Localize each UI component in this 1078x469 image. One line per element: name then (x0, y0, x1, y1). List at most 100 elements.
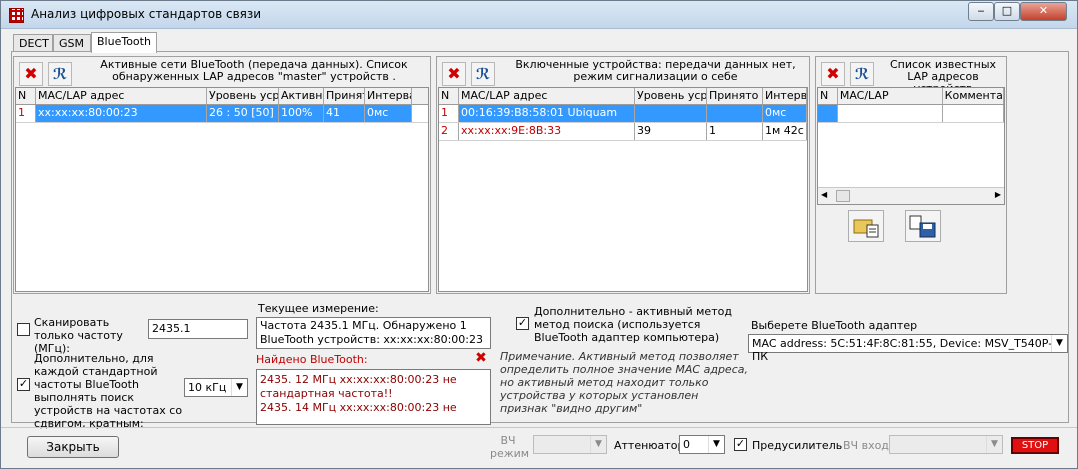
grid-header: N MAC/LAP Комментар (818, 88, 1004, 105)
frequency-input[interactable]: 2435.1 (148, 319, 248, 339)
cell-level (635, 105, 707, 122)
delete-icon[interactable]: ✖ (442, 62, 466, 86)
cell-comment (943, 105, 1004, 122)
chevron-down-icon[interactable]: ▼ (986, 436, 1002, 453)
enabled-devices-panel: ✖ ℛ Включенные устройства: передачи данн… (436, 56, 810, 294)
col-comment[interactable]: Комментар (943, 88, 1004, 104)
known-lap-grid[interactable]: N MAC/LAP Комментар ◀ ▶ (817, 87, 1005, 205)
vch-mode-label: ВЧ режим (490, 434, 530, 460)
clear-list-icon[interactable]: ℛ (471, 62, 495, 86)
found-line-1: 2435. 12 МГц xx:xx:xx:80:00:23 не станда… (260, 373, 457, 400)
main-window: Анализ цифровых стандартов связи ‒ □ ✕ D… (0, 0, 1078, 469)
open-folder-svg (853, 219, 879, 238)
extra-search-label: Дополнительно, для каждой стандартной ча… (34, 352, 183, 430)
vch-input-select[interactable]: ▼ (889, 435, 1003, 454)
minimize-button[interactable]: ‒ (968, 2, 994, 21)
close-window-button[interactable]: ✕ (1020, 2, 1067, 21)
attenuator-select[interactable]: 0 ▼ (679, 435, 725, 454)
col-active[interactable]: Активно (279, 88, 324, 104)
delete-icon[interactable]: ✖ (821, 62, 845, 86)
col-received[interactable]: Принят (324, 88, 365, 104)
clear-list-icon[interactable]: ℛ (850, 62, 874, 86)
col-n[interactable]: N (818, 88, 838, 104)
table-row[interactable]: 1 00:16:39:B8:58:01 Ubiquam 0мс (439, 105, 807, 123)
clear-list-icon[interactable]: ℛ (48, 62, 72, 86)
note-text: Примечание. Активный метод позволяет опр… (500, 350, 748, 415)
vch-mode-select[interactable]: ▼ (533, 435, 607, 454)
cell-mac: xx:xx:xx:9E:8B:33 (459, 123, 635, 140)
open-folder-icon[interactable] (848, 210, 884, 242)
current-measurement-label: Текущее измерение: (258, 302, 379, 315)
enabled-devices-grid[interactable]: N MAC/LAP адрес Уровень усре Принято п И… (438, 87, 808, 292)
clear-found-icon[interactable]: ✖ (471, 349, 491, 369)
cell-n: 2 (439, 123, 459, 140)
scroll-right-icon[interactable]: ▶ (995, 190, 1001, 199)
scroll-left-icon[interactable]: ◀ (821, 190, 827, 199)
cell-n (818, 105, 838, 122)
col-interval[interactable]: Интерва (365, 88, 412, 104)
chevron-down-icon[interactable]: ▼ (708, 436, 724, 453)
active-method-checkbox[interactable]: ✓ (516, 317, 529, 330)
save-list-icon[interactable] (905, 210, 941, 242)
col-n[interactable]: N (439, 88, 459, 104)
delete-icon[interactable]: ✖ (19, 62, 43, 86)
cell-active: 100% (279, 105, 324, 122)
cell-interval: 0мс (763, 105, 807, 122)
col-interval[interactable]: Интерв (763, 88, 807, 104)
cell-received: 1 (707, 123, 763, 140)
grid-header: N MAC/LAP адрес Уровень усре Активно При… (16, 88, 428, 105)
current-measurement-text: Частота 2435.1 МГц. Обнаружено 1 BlueToo… (256, 317, 491, 349)
divider (1, 427, 1077, 428)
attenuator-value: 0 (683, 438, 690, 451)
active-method-label: Дополнительно - активный метод метод пои… (534, 305, 732, 344)
tab-gsm[interactable]: GSM (53, 34, 91, 52)
close-button[interactable]: Закрыть (27, 436, 119, 458)
cell-mac: 00:16:39:B8:58:01 Ubiquam (459, 105, 635, 122)
grid-header: N MAC/LAP адрес Уровень усре Принято п И… (439, 88, 807, 105)
col-level[interactable]: Уровень усре (207, 88, 279, 104)
horizontal-scrollbar[interactable]: ◀ ▶ (818, 187, 1004, 204)
shift-step-value: 10 кГц (188, 381, 227, 394)
active-networks-grid[interactable]: N MAC/LAP адрес Уровень усре Активно При… (15, 87, 429, 292)
chevron-down-icon[interactable]: ▼ (1051, 335, 1067, 352)
app-icon (9, 8, 24, 23)
found-list[interactable]: 2435. 12 МГц xx:xx:xx:80:00:23 не станда… (256, 369, 491, 425)
scroll-thumb[interactable] (836, 190, 850, 202)
chevron-down-icon[interactable]: ▼ (231, 379, 247, 396)
attenuator-label: Аттенюатор (614, 439, 685, 452)
vch-input-label: ВЧ вход (843, 439, 889, 452)
scan-only-checkbox[interactable] (17, 323, 30, 336)
cell-received (707, 105, 763, 122)
cell-n: 1 (16, 105, 36, 122)
col-n[interactable]: N (16, 88, 36, 104)
tab-dect[interactable]: DECT (13, 34, 53, 52)
col-mac[interactable]: MAC/LAP (838, 88, 943, 104)
col-mac[interactable]: MAC/LAP адрес (459, 88, 635, 104)
col-received[interactable]: Принято п (707, 88, 763, 104)
cell-interval: 0мс (365, 105, 412, 122)
known-lap-panel: ✖ ℛ Список известных LAP адресов устройс… (815, 56, 1007, 294)
cell-n: 1 (439, 105, 459, 122)
tab-bluetooth[interactable]: BlueTooth (91, 32, 157, 53)
adapter-select[interactable]: MAC address: 5C:51:4F:8C:81:55, Device: … (748, 334, 1068, 363)
cell-level: 26 : 50 [50] (207, 105, 279, 122)
col-level[interactable]: Уровень усре (635, 88, 707, 104)
chevron-down-icon[interactable]: ▼ (590, 436, 606, 453)
found-label: Найдено BlueTooth: (256, 353, 368, 366)
preamp-checkbox[interactable]: ✓ (734, 438, 747, 451)
preamp-label: Предусилитель (752, 439, 843, 452)
title-bar: Анализ цифровых стандартов связи ‒ □ ✕ (1, 1, 1077, 29)
stop-button[interactable]: STOP (1011, 437, 1059, 454)
panel2-caption: Включенные устройства: передачи данных н… (515, 58, 796, 83)
found-line-2: 2435. 14 МГц xx:xx:xx:80:00:23 не (260, 401, 457, 414)
shift-step-select[interactable]: 10 кГц ▼ (184, 378, 248, 397)
panel1-caption: Активные сети BlueTooth (передача данных… (100, 58, 408, 83)
table-row[interactable] (818, 105, 1004, 123)
col-mac[interactable]: MAC/LAP адрес (36, 88, 207, 104)
maximize-button[interactable]: □ (994, 2, 1020, 21)
table-row[interactable]: 1 xx:xx:xx:80:00:23 26 : 50 [50] 100% 41… (16, 105, 428, 123)
table-row[interactable]: 2 xx:xx:xx:9E:8B:33 39 1 1м 42с (439, 123, 807, 141)
extra-search-checkbox[interactable]: ✓ (17, 378, 30, 391)
cell-received: 41 (324, 105, 365, 122)
window-title: Анализ цифровых стандартов связи (31, 7, 262, 21)
